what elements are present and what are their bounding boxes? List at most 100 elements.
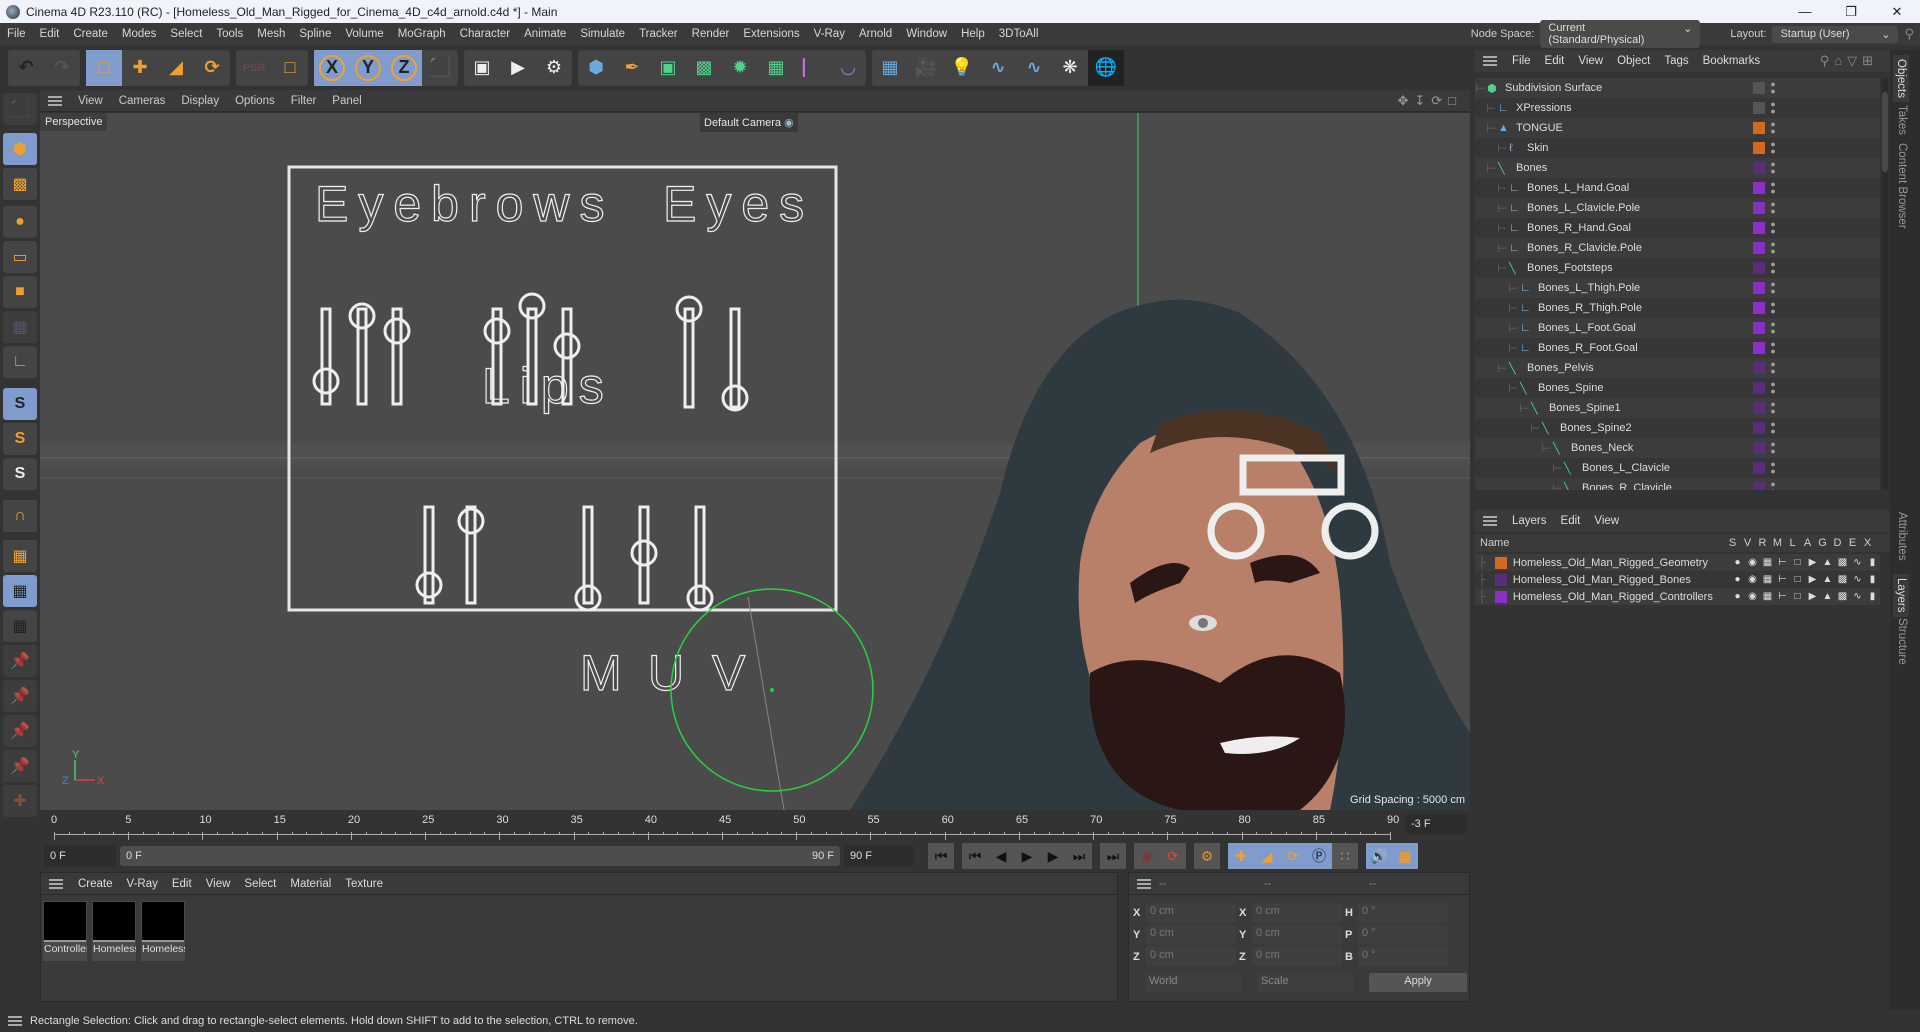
- layer-column-g[interactable]: G: [1815, 537, 1830, 549]
- menu-edit[interactable]: Edit: [33, 28, 67, 40]
- tab-attributes[interactable]: Attributes: [1896, 512, 1908, 561]
- tree-expander-icon[interactable]: ⊢: [1475, 402, 1531, 415]
- layer-color-swatch[interactable]: [1494, 573, 1507, 586]
- menu-tracker[interactable]: Tracker: [632, 28, 685, 40]
- object-row[interactable]: ⊢ ╲ Bones_Pelvis: [1475, 358, 1880, 378]
- layer-color-swatch[interactable]: [1753, 122, 1765, 134]
- tab-objects[interactable]: Objects: [1893, 55, 1909, 102]
- start-frame-field[interactable]: 0 F: [44, 846, 116, 866]
- layer-row[interactable]: ├ Homeless_Old_Man_Rigged_Bones ● ◉ ▦ ⊢ □ ▶ ▲ ▩ ∿ ▮: [1475, 571, 1880, 588]
- menu-file[interactable]: File: [0, 28, 33, 40]
- layer-column-r[interactable]: R: [1755, 537, 1770, 549]
- layer-color-swatch[interactable]: [1753, 422, 1765, 434]
- material-swatch[interactable]: Homeless: [92, 901, 136, 961]
- material-menu-edit[interactable]: Edit: [165, 878, 199, 890]
- pin-target-icon[interactable]: 📌: [3, 750, 37, 782]
- object-row[interactable]: ⊢ ╲ Bones_L_Clavicle: [1475, 458, 1880, 478]
- render-picture-viewer-icon[interactable]: ▶: [500, 50, 536, 86]
- object-row[interactable]: ⊢ ∟ Bones_R_Foot.Goal: [1475, 338, 1880, 358]
- extrude-icon[interactable]: ▩: [686, 50, 722, 86]
- coordinate-mode-dropdown[interactable]: World: [1145, 973, 1241, 992]
- tree-expander-icon[interactable]: ⊢: [1475, 162, 1498, 175]
- menu-window[interactable]: Window: [899, 28, 954, 40]
- layer-color-swatch[interactable]: [1753, 162, 1765, 174]
- array-icon[interactable]: ▦: [758, 50, 794, 86]
- visibility-dots-icon[interactable]: [1771, 221, 1775, 235]
- paint-add-icon[interactable]: ✚: [3, 785, 37, 817]
- material-swatch[interactable]: Controllers: [43, 901, 87, 961]
- live-selection-icon[interactable]: □: [86, 49, 122, 86]
- points-mode-icon[interactable]: ●: [3, 206, 37, 238]
- visibility-dots-icon[interactable]: [1771, 81, 1775, 95]
- layer-color-swatch[interactable]: [1753, 82, 1765, 94]
- object-row[interactable]: ⊢ ∟ Bones_R_Thigh.Pole: [1475, 298, 1880, 318]
- current-frame-field[interactable]: -3 F: [1405, 814, 1467, 834]
- material-menu-view[interactable]: View: [199, 878, 238, 890]
- frame-range-slider[interactable]: 0 F 90 F: [120, 846, 840, 866]
- viewport-menu-view[interactable]: View: [70, 95, 111, 107]
- layer-column-m[interactable]: M: [1770, 537, 1785, 549]
- layer-row[interactable]: ├ Homeless_Old_Man_Rigged_Controllers ● ◉ ▦ ⊢…: [1475, 588, 1880, 605]
- tree-expander-icon[interactable]: ⊢: [1475, 482, 1564, 491]
- viewport-menu-cameras[interactable]: Cameras: [111, 95, 174, 107]
- tree-expander-icon[interactable]: ⊢: [1475, 82, 1487, 95]
- menu-modes[interactable]: Modes: [115, 28, 164, 40]
- layer-toggle-icons[interactable]: ● ◉ ▦ ⊢ □ ▶ ▲ ▩ ∿ ▮: [1730, 591, 1880, 602]
- layer-color-swatch[interactable]: [1753, 462, 1765, 474]
- tree-expander-icon[interactable]: ⊢: [1475, 202, 1509, 215]
- layer-color-swatch[interactable]: [1753, 262, 1765, 274]
- layer-column-s[interactable]: S: [1725, 537, 1740, 549]
- visibility-dots-icon[interactable]: [1771, 161, 1775, 175]
- object-row[interactable]: ⊢ ▲ TONGUE: [1475, 118, 1880, 138]
- minimize-button[interactable]: —: [1782, 0, 1828, 23]
- visibility-dots-icon[interactable]: [1771, 201, 1775, 215]
- node-space-dropdown[interactable]: Current (Standard/Physical) ⌄: [1540, 20, 1701, 48]
- previous-key-icon[interactable]: ⏮: [962, 843, 988, 869]
- visibility-dots-icon[interactable]: [1771, 421, 1775, 435]
- make-editable-icon[interactable]: ⬛: [3, 93, 37, 125]
- rotation-b-field[interactable]: 0 °: [1358, 947, 1448, 966]
- next-frame-icon[interactable]: ▶: [1040, 843, 1066, 869]
- size-y-field[interactable]: 0 cm: [1252, 925, 1342, 944]
- viewport-menu-display[interactable]: Display: [173, 95, 227, 107]
- viewport-navigation-icons[interactable]: ✥↧⟳□: [1397, 93, 1462, 109]
- polygons-mode-icon[interactable]: ■: [3, 276, 37, 308]
- texture-mode-icon[interactable]: ▩: [3, 168, 37, 200]
- layer-color-swatch[interactable]: [1753, 142, 1765, 154]
- layer-row[interactable]: ├ Homeless_Old_Man_Rigged_Geometry ● ◉ ▦ ⊢ □ ▶ ▲…: [1475, 554, 1880, 571]
- menu-help[interactable]: Help: [954, 28, 992, 40]
- scale-icon[interactable]: ◢: [158, 50, 194, 86]
- layer-toggle-icons[interactable]: ● ◉ ▦ ⊢ □ ▶ ▲ ▩ ∿ ▮: [1730, 574, 1880, 585]
- material-menu-create[interactable]: Create: [71, 878, 120, 890]
- previous-frame-icon[interactable]: ◀: [988, 843, 1014, 869]
- rotate-icon[interactable]: ⟳: [194, 50, 230, 86]
- sound-icon[interactable]: 🔊: [1366, 843, 1392, 869]
- material-menu-material[interactable]: Material: [283, 878, 338, 890]
- visibility-dots-icon[interactable]: [1771, 101, 1775, 115]
- layer-color-swatch[interactable]: [1753, 102, 1765, 114]
- object-menu-tags[interactable]: Tags: [1657, 55, 1695, 67]
- size-x-field[interactable]: 0 cm: [1252, 903, 1342, 922]
- object-menu-file[interactable]: File: [1505, 55, 1538, 67]
- visibility-dots-icon[interactable]: [1771, 461, 1775, 475]
- layer-color-swatch[interactable]: [1753, 302, 1765, 314]
- menu-create[interactable]: Create: [66, 28, 115, 40]
- object-menu-edit[interactable]: Edit: [1538, 55, 1572, 67]
- tree-expander-icon[interactable]: ⊢: [1475, 122, 1498, 135]
- hamburger-icon[interactable]: [8, 1016, 22, 1026]
- key-pla-icon[interactable]: ∷: [1332, 843, 1358, 869]
- position-x-field[interactable]: 0 cm: [1146, 903, 1236, 922]
- material-menu-select[interactable]: Select: [237, 878, 283, 890]
- transform-mode-dropdown[interactable]: Scale: [1257, 973, 1353, 992]
- uv-mode-icon[interactable]: ▦: [3, 311, 37, 343]
- keyframe-selection-icon[interactable]: ⚙: [1194, 843, 1220, 869]
- tree-expander-icon[interactable]: ⊢: [1475, 142, 1509, 155]
- tree-expander-icon[interactable]: ⊢: [1475, 422, 1542, 435]
- world-coordinates-icon[interactable]: ⬛: [422, 50, 458, 86]
- light-icon[interactable]: 💡: [944, 50, 980, 86]
- layer-column-x[interactable]: X: [1860, 537, 1875, 549]
- next-key-icon[interactable]: ⏭: [1066, 843, 1092, 869]
- size-z-field[interactable]: 0 cm: [1252, 947, 1342, 966]
- go-to-start-icon[interactable]: ⏮: [928, 843, 954, 869]
- pin-r-icon[interactable]: 📌: [3, 715, 37, 747]
